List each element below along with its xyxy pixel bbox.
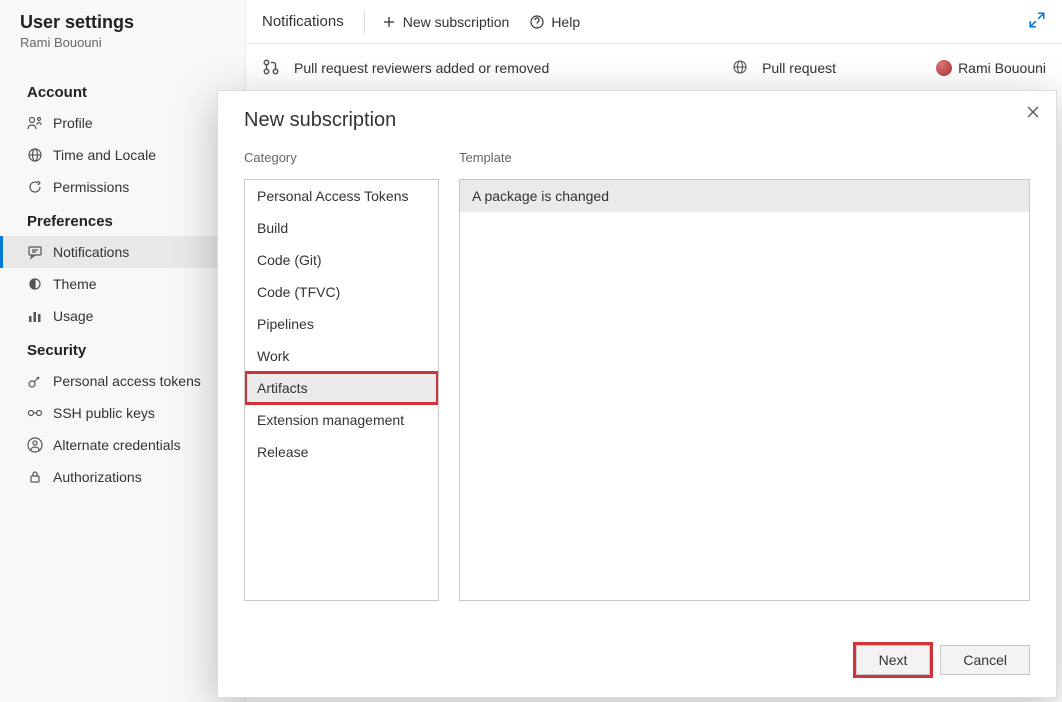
ssh-icon bbox=[27, 405, 43, 421]
new-subscription-button[interactable]: New subscription bbox=[377, 10, 514, 34]
lock-icon bbox=[27, 469, 43, 485]
sidebar: User settings Rami Bououni Account Profi… bbox=[0, 0, 246, 702]
main-header: Notifications New subscription Help bbox=[246, 0, 1062, 44]
next-button[interactable]: Next bbox=[856, 645, 931, 675]
sidebar-item-label: SSH public keys bbox=[53, 405, 155, 421]
sidebar-item-theme[interactable]: Theme bbox=[0, 268, 245, 300]
category-item[interactable]: Artifacts bbox=[245, 372, 438, 404]
dialog-footer: Next Cancel bbox=[856, 645, 1030, 675]
category-item[interactable]: Code (Git) bbox=[245, 244, 438, 276]
sidebar-item-label: Time and Locale bbox=[53, 147, 156, 163]
bar-chart-icon bbox=[27, 308, 43, 324]
sidebar-item-alt-creds[interactable]: Alternate credentials bbox=[0, 429, 245, 461]
owner-name: Rami Bououni bbox=[958, 60, 1046, 76]
sidebar-item-ssh[interactable]: SSH public keys bbox=[0, 397, 245, 429]
credentials-icon bbox=[27, 437, 43, 453]
sidebar-item-label: Alternate credentials bbox=[53, 437, 181, 453]
page-title: User settings bbox=[0, 12, 245, 35]
template-column: Template A package is changed bbox=[459, 150, 1030, 601]
current-user: Rami Bououni bbox=[0, 35, 245, 74]
sidebar-item-notifications[interactable]: Notifications bbox=[0, 236, 245, 268]
category-item[interactable]: Release bbox=[245, 436, 438, 468]
theme-icon bbox=[27, 276, 43, 292]
new-subscription-dialog: New subscription Category Personal Acces… bbox=[217, 90, 1057, 698]
globe-icon bbox=[732, 59, 748, 78]
cancel-button[interactable]: Cancel bbox=[940, 645, 1030, 675]
sidebar-item-label: Personal access tokens bbox=[53, 373, 201, 389]
dialog-title: New subscription bbox=[244, 109, 1030, 132]
category-column: Category Personal Access TokensBuildCode… bbox=[244, 150, 439, 601]
chat-icon bbox=[27, 244, 43, 260]
template-label: Template bbox=[459, 150, 1030, 165]
sidebar-item-time-locale[interactable]: Time and Locale bbox=[0, 139, 245, 171]
expand-icon[interactable] bbox=[1028, 11, 1046, 32]
sidebar-section-preferences: Preferences bbox=[0, 203, 245, 236]
button-label: Help bbox=[551, 14, 580, 30]
template-item[interactable]: A package is changed bbox=[460, 180, 1029, 212]
plus-icon bbox=[381, 14, 397, 30]
category-item[interactable]: Personal Access Tokens bbox=[245, 180, 438, 212]
template-listbox: A package is changed bbox=[459, 179, 1030, 601]
category-item[interactable]: Extension management bbox=[245, 404, 438, 436]
row-description: Pull request reviewers added or removed bbox=[294, 60, 718, 76]
profile-icon bbox=[27, 115, 43, 131]
category-listbox: Personal Access TokensBuildCode (Git)Cod… bbox=[244, 179, 439, 601]
pull-request-icon bbox=[262, 58, 280, 79]
sidebar-item-label: Profile bbox=[53, 115, 93, 131]
sidebar-item-label: Theme bbox=[53, 276, 97, 292]
key-icon bbox=[27, 373, 43, 389]
close-button[interactable] bbox=[1026, 105, 1040, 124]
button-label: New subscription bbox=[403, 14, 510, 30]
category-item[interactable]: Work bbox=[245, 340, 438, 372]
sidebar-item-label: Authorizations bbox=[53, 469, 142, 485]
sidebar-item-authorizations[interactable]: Authorizations bbox=[0, 461, 245, 493]
sidebar-item-label: Permissions bbox=[53, 179, 129, 195]
avatar bbox=[936, 60, 952, 76]
refresh-icon bbox=[27, 179, 43, 195]
help-icon bbox=[529, 14, 545, 30]
row-owner: Rami Bououni bbox=[936, 60, 1046, 76]
help-button[interactable]: Help bbox=[525, 10, 584, 34]
category-item[interactable]: Pipelines bbox=[245, 308, 438, 340]
row-type: Pull request bbox=[762, 60, 922, 76]
sidebar-item-label: Usage bbox=[53, 308, 93, 324]
sidebar-section-account: Account bbox=[0, 74, 245, 107]
sidebar-item-pat[interactable]: Personal access tokens bbox=[0, 365, 245, 397]
globe-icon bbox=[27, 147, 43, 163]
sidebar-section-security: Security bbox=[0, 332, 245, 365]
category-item[interactable]: Build bbox=[245, 212, 438, 244]
header-title: Notifications bbox=[262, 13, 352, 30]
category-label: Category bbox=[244, 150, 439, 165]
sidebar-item-profile[interactable]: Profile bbox=[0, 107, 245, 139]
category-item[interactable]: Code (TFVC) bbox=[245, 276, 438, 308]
sidebar-item-usage[interactable]: Usage bbox=[0, 300, 245, 332]
notification-row[interactable]: Pull request reviewers added or removed … bbox=[246, 44, 1062, 92]
divider bbox=[364, 10, 365, 34]
sidebar-item-permissions[interactable]: Permissions bbox=[0, 171, 245, 203]
sidebar-item-label: Notifications bbox=[53, 244, 129, 260]
